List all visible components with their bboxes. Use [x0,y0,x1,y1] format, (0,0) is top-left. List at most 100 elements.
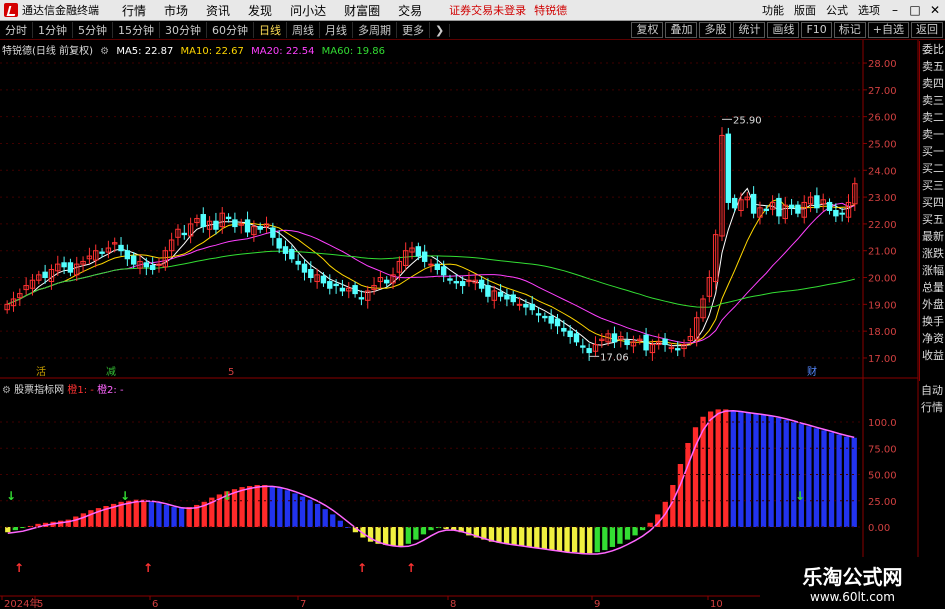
side-item-5[interactable]: 卖一 [920,126,945,143]
indicator-bar [209,497,215,527]
candle-body [415,246,422,257]
indicator-bar [141,499,147,527]
side-item-0[interactable]: 委比 [920,41,945,58]
candle-body [459,281,466,287]
indicator-bar [133,499,139,527]
side-item-7[interactable]: 买二 [920,160,945,177]
add-watchlist-button[interactable]: +自选 [867,22,909,38]
indicator-name[interactable]: 股票指标网 [14,385,64,396]
indicator-bar [171,507,177,527]
candle-body [55,263,61,272]
candle-body [339,287,346,292]
minimize-icon[interactable]: – [888,3,902,17]
indicator-bar [50,521,56,527]
back-button[interactable]: 返回 [911,22,943,38]
menu-item-ask[interactable]: 问小达 [281,2,335,19]
restore-rights-button[interactable]: 复权 [631,22,664,38]
candle-body [801,201,807,218]
draw-line-button[interactable]: 画线 [767,22,800,38]
trade-login-status[interactable]: 证券交易未登录 [449,2,526,18]
indicator-bar [549,527,555,551]
side-item-11[interactable]: 最新 [920,228,945,245]
multi-stock-button[interactable]: 多股 [699,22,732,38]
gear-icon[interactable]: ⚙ [2,385,11,396]
side-item-10[interactable]: 买五 [920,211,945,228]
period-60min[interactable]: 60分钟 [207,22,254,38]
settings-gear-icon[interactable]: ⚙ [100,46,109,57]
close-icon[interactable]: ✕ [928,3,942,17]
menu-item-news[interactable]: 资讯 [197,2,239,19]
period-5min[interactable]: 5分钟 [73,22,113,38]
candle-body [270,227,276,238]
f10-button[interactable]: F10 [801,22,832,38]
candle-body [93,250,99,261]
side-auto[interactable]: 自动 [919,382,945,399]
candle-body [402,250,409,266]
indicator-bar [178,508,185,527]
side-item-15[interactable]: 外盘 [920,296,945,313]
side-item-3[interactable]: 卖三 [920,92,945,109]
side-item-14[interactable]: 总量 [920,279,945,296]
period-multi[interactable]: 多周期 [353,22,397,38]
side-item-13[interactable]: 涨幅 [920,262,945,279]
indicator-bar [262,485,268,527]
period-daily[interactable]: 日线 [254,22,287,38]
period-monthly[interactable]: 月线 [320,22,353,38]
statistics-button[interactable]: 统计 [733,22,766,38]
indicator-bar [730,410,736,527]
indicator-bar [511,527,517,545]
candle-body [839,212,845,215]
indicator-bar [745,412,752,527]
menu-item-options[interactable]: 选项 [853,2,885,18]
menu-item-discover[interactable]: 发现 [239,2,281,19]
menu-item-market[interactable]: 市场 [155,2,197,19]
indicator-bar [156,502,162,527]
signal-arrow: ↓ [6,489,16,503]
side-item-2[interactable]: 卖四 [920,75,945,92]
period-30min[interactable]: 30分钟 [160,22,207,38]
side-item-6[interactable]: 买一 [920,143,945,160]
indicator-bar [405,527,411,544]
candle-body [194,218,200,224]
side-item-17[interactable]: 净资 [920,330,945,347]
side-item-8[interactable]: 买三 [920,177,945,194]
side-item-12[interactable]: 涨跌 [920,245,945,262]
candle-body [656,341,662,346]
menu-item-quotes[interactable]: 行情 [113,2,155,19]
side-item-9[interactable]: 买四 [920,194,945,211]
period-more[interactable]: 更多 [397,22,430,38]
candle-body [143,262,150,268]
side-item-1[interactable]: 卖五 [920,58,945,75]
indicator-bar [231,489,238,527]
indicator-bar [571,527,578,553]
side-item-18[interactable]: 收益 [920,347,945,364]
candle-body [567,330,573,338]
menu-item-trade[interactable]: 交易 [389,2,431,19]
candle-body [788,204,795,209]
candle-body [358,297,365,300]
side-quote[interactable]: 行情 [919,399,945,416]
menu-item-function[interactable]: 功能 [757,2,789,18]
side-item-4[interactable]: 卖二 [920,109,945,126]
price-tick-label: 26.00 [868,113,897,124]
overlay-button[interactable]: 叠加 [665,22,698,38]
period-intraday[interactable]: 分时 [0,22,33,38]
menu-item-formula[interactable]: 公式 [821,2,853,18]
period-weekly[interactable]: 周线 [287,22,320,38]
mark-button[interactable]: 标记 [833,22,866,38]
kline-chart[interactable]: 28.00 27.00 26.00 25.00 24.00 23.00 22.00 21.00… [0,0,945,609]
candle-body [219,212,225,228]
indicator-bar [307,499,313,527]
menu-item-layout[interactable]: 版面 [789,2,821,18]
chevron-right-icon[interactable]: ❯ [430,23,451,37]
low-price-label: 17.06 [600,352,629,363]
period-15min[interactable]: 15分钟 [113,22,160,38]
candle-body [295,260,301,265]
candle-body [333,283,339,287]
period-1min[interactable]: 1分钟 [33,22,73,38]
price-tick-label: 17.00 [868,354,897,365]
menu-item-wealth[interactable]: 财富圈 [335,2,389,19]
indicator-bar [239,487,245,527]
maximize-icon[interactable]: □ [908,3,922,17]
side-item-16[interactable]: 换手 [920,313,945,330]
